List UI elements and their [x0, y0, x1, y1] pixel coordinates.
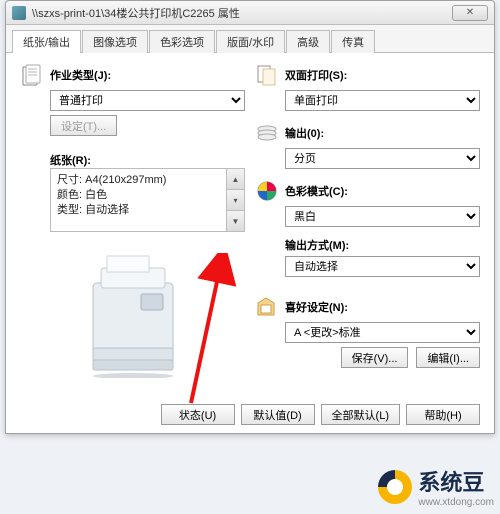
pref-save-button[interactable]: 保存(V)... [341, 347, 409, 368]
outmethod-label: 输出方式(M): [285, 237, 349, 253]
output-select[interactable]: 分页 [285, 148, 480, 169]
colormode-label: 色彩模式(C): [285, 183, 348, 199]
output-icon [255, 121, 279, 145]
tab-layout-watermark[interactable]: 版面/水印 [216, 30, 285, 53]
tab-strip: 纸张/输出 图像选项 色彩选项 版面/水印 高级 传真 [6, 25, 494, 53]
left-column: 作业类型(J): 普通打印 设定(T)... 纸张(R): 尺寸: A4(210… [20, 63, 245, 383]
bottom-button-bar: 状态(U) 默认值(D) 全部默认(L) 帮助(H) [20, 404, 480, 425]
tab-fax[interactable]: 传真 [331, 30, 375, 53]
paper-info: 尺寸: A4(210x297mm) 颜色: 白色 类型: 自动选择 [51, 169, 226, 231]
watermark-logo-icon [378, 470, 412, 504]
colormode-select[interactable]: 黑白 [285, 206, 480, 227]
jobtype-select[interactable]: 普通打印 [50, 90, 245, 111]
paper-dropdown-toggle[interactable]: ▾ [227, 190, 244, 211]
tab-color-options[interactable]: 色彩选项 [149, 30, 215, 53]
paper-label: 纸张(R): [50, 152, 91, 168]
paper-scroll-down[interactable]: ▼ [227, 211, 244, 231]
jobtype-label: 作业类型(J): [50, 67, 111, 83]
duplex-icon [255, 63, 279, 87]
colormode-icon [255, 179, 279, 203]
outmethod-select[interactable]: 自动选择 [285, 256, 480, 277]
help-button[interactable]: 帮助(H) [406, 404, 480, 425]
watermark-url: www.xtdong.com [418, 497, 494, 508]
close-button[interactable]: ✕ [452, 5, 488, 21]
printer-illustration [73, 248, 193, 381]
tab-panel: 作业类型(J): 普通打印 设定(T)... 纸张(R): 尺寸: A4(210… [6, 53, 494, 433]
right-column: 双面打印(S): 单面打印 输出(0): 分页 色彩模式 [255, 63, 480, 383]
tab-advanced[interactable]: 高级 [286, 30, 330, 53]
paper-scroll-up[interactable]: ▲ [227, 169, 244, 190]
preferences-select[interactable]: A <更改>标准 [285, 322, 480, 343]
jobtype-icon [20, 63, 44, 87]
jobtype-settings-button[interactable]: 设定(T)... [50, 115, 117, 136]
window-title: \\szxs-print-01\34楼公共打印机C2265 属性 [32, 5, 452, 21]
paper-box: 尺寸: A4(210x297mm) 颜色: 白色 类型: 自动选择 ▲ ▾ ▼ [50, 168, 245, 232]
paper-group: 纸张(R): 尺寸: A4(210x297mm) 颜色: 白色 类型: 自动选择… [20, 152, 245, 232]
alldefaults-button[interactable]: 全部默认(L) [321, 404, 400, 425]
tab-image-options[interactable]: 图像选项 [82, 30, 148, 53]
defaults-button[interactable]: 默认值(D) [241, 404, 315, 425]
preferences-label: 喜好设定(N): [285, 299, 348, 315]
tab-paper-output[interactable]: 纸张/输出 [12, 30, 81, 53]
titlebar: \\szxs-print-01\34楼公共打印机C2265 属性 ✕ [6, 1, 494, 25]
duplex-label: 双面打印(S): [285, 67, 347, 83]
duplex-select[interactable]: 单面打印 [285, 90, 480, 111]
pref-edit-button[interactable]: 编辑(I)... [416, 347, 480, 368]
watermark-text: 系统豆 [418, 465, 494, 497]
properties-window: \\szxs-print-01\34楼公共打印机C2265 属性 ✕ 纸张/输出… [5, 0, 495, 434]
app-icon [12, 6, 26, 20]
output-label: 输出(0): [285, 125, 324, 141]
jobtype-group: 作业类型(J): 普通打印 设定(T)... [20, 63, 245, 136]
site-watermark: 系统豆 www.xtdong.com [378, 465, 494, 508]
preferences-icon [255, 295, 279, 319]
status-button[interactable]: 状态(U) [161, 404, 235, 425]
paper-scroll: ▲ ▾ ▼ [226, 169, 244, 231]
